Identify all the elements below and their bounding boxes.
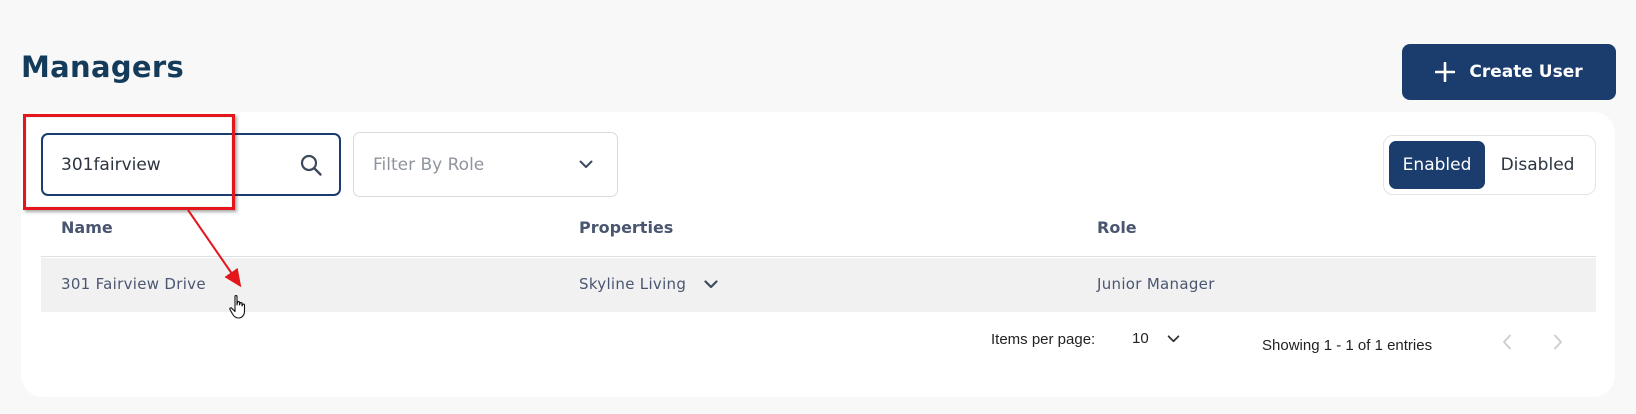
role-filter-placeholder: Filter By Role — [373, 154, 485, 175]
items-per-page-label: Items per page: — [991, 331, 1096, 348]
table-header: Name Properties Role — [41, 210, 1596, 257]
cell-properties: Skyline Living — [579, 275, 718, 293]
plus-icon — [1435, 62, 1456, 82]
chevron-down-icon — [579, 160, 593, 169]
search-icon[interactable] — [299, 153, 323, 177]
items-per-page-value: 10 — [1132, 330, 1149, 347]
column-header-name[interactable]: Name — [61, 218, 113, 237]
cell-name[interactable]: 301 Fairview Drive — [61, 275, 206, 293]
pagination-info: Showing 1 - 1 of 1 entries — [1262, 337, 1433, 354]
column-header-properties[interactable]: Properties — [579, 218, 673, 237]
role-filter-select[interactable]: Filter By Role — [353, 132, 618, 197]
chevron-left-icon[interactable] — [1502, 334, 1512, 350]
chevron-right-icon[interactable] — [1553, 334, 1563, 350]
status-toggle: Enabled Disabled — [1383, 135, 1596, 195]
hand-cursor-icon — [229, 294, 249, 324]
column-header-role[interactable]: Role — [1097, 218, 1137, 237]
chevron-down-icon — [1167, 334, 1180, 343]
property-label: Skyline Living — [579, 275, 687, 293]
managers-page: Managers Create User Filter By Role Enab… — [0, 0, 1636, 414]
table-row[interactable]: 301 Fairview Drive Skyline Living Junior… — [41, 258, 1596, 312]
chevron-down-icon[interactable] — [704, 279, 718, 289]
create-user-button[interactable]: Create User — [1402, 44, 1616, 100]
page-title: Managers — [21, 50, 185, 84]
toggle-disabled[interactable]: Disabled — [1485, 141, 1590, 189]
create-user-label: Create User — [1469, 62, 1583, 82]
annotation-highlight-box — [23, 114, 235, 210]
toggle-enabled[interactable]: Enabled — [1389, 141, 1486, 189]
items-per-page-select[interactable]: 10 — [1132, 330, 1180, 347]
cell-role: Junior Manager — [1097, 275, 1215, 293]
